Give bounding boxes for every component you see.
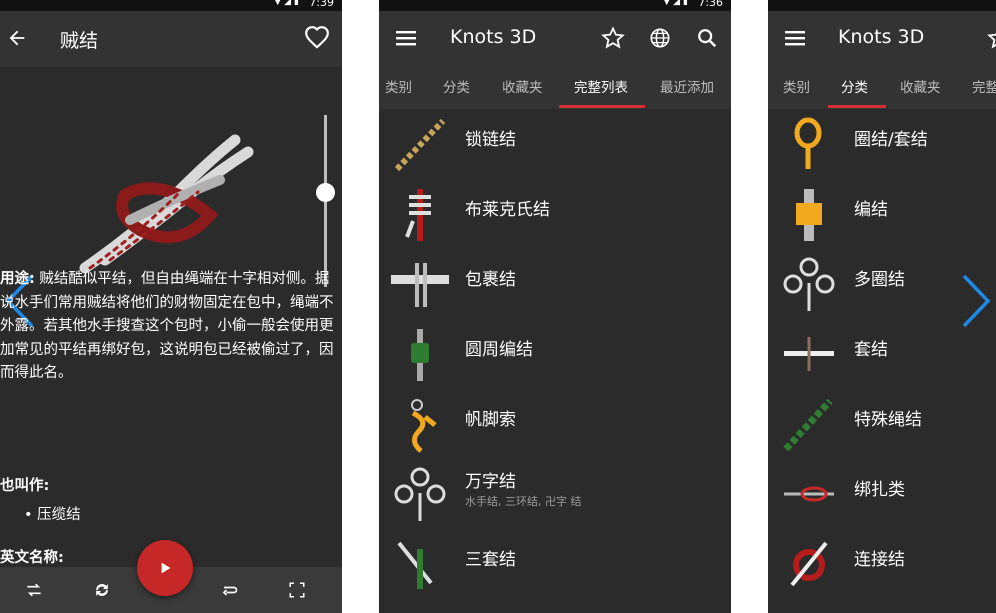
tab-classification[interactable]: 分类 (841, 76, 868, 96)
multi-loop-thumbnail (783, 257, 835, 311)
parcel-bend-thumbnail (391, 263, 449, 307)
lashing-thumbnail (784, 486, 834, 502)
loop-icon[interactable] (214, 575, 244, 605)
english-name-heading: 英文名称: (0, 550, 64, 566)
list-item-label: 锁链结 (465, 130, 516, 150)
status-bar: ▼◢▮ 7:36 (379, 0, 731, 11)
favorite-heart-icon[interactable] (302, 23, 332, 53)
menu-hamburger-icon[interactable] (391, 23, 421, 53)
knot-detail-screen: ▼◢▮ 7:39 贼结 用途: 贼结酷似平结，但自由绳端在十字相对侧。据说水手们… (0, 0, 342, 613)
list-item[interactable]: 圈结/套结 (768, 109, 996, 179)
knot-list: 锁链结 布莱克氏结 包裹结 圆周编结 帆脚索 万字结 水手结, 三环结, 卍字 … (379, 109, 731, 613)
active-tab-indicator (828, 105, 886, 108)
list-item-label: 包裹结 (465, 270, 516, 290)
tab-bar: 类别 分类 收藏夹 完整列表 最近添加 (379, 67, 731, 109)
blakes-hitch-thumbnail (405, 189, 431, 241)
list-item-subtitle: 水手结, 三环结, 卍字 结 (465, 495, 582, 508)
play-button[interactable] (137, 540, 193, 596)
app-bar: Knots 3D (379, 11, 731, 67)
list-item[interactable]: 绑扎类 (768, 459, 996, 529)
tab-favorites[interactable]: 收藏夹 (502, 76, 543, 96)
category-list: 圈结/套结 编结 多圈结 套结 特殊绳结 绑扎类 连接结 (768, 109, 996, 613)
tab-favorites[interactable]: 收藏夹 (900, 76, 941, 96)
app-bar: 贼结 (0, 11, 342, 67)
loop-knot-thumbnail (794, 117, 822, 169)
status-bar (768, 0, 996, 11)
tab-full-list[interactable]: 完整列表 (574, 76, 628, 96)
tab-full-list[interactable]: 完整 (972, 76, 996, 96)
menu-hamburger-icon[interactable] (780, 23, 810, 53)
swastika-knot-thumbnail (394, 467, 446, 521)
round-turn-thumbnail (411, 329, 429, 381)
list-item[interactable]: 特殊绳结 (768, 389, 996, 459)
list-item-label: 布莱克氏结 (465, 200, 550, 220)
braid-thumbnail (796, 189, 822, 241)
category-screen: Knots 3D 类别 分类 收藏夹 完整 圈结/套结 编结 多圈结 套结 特殊 (768, 0, 996, 613)
back-arrow-icon[interactable] (2, 23, 32, 53)
hitch-thumbnail (784, 337, 834, 371)
full-list-screen: ▼◢▮ 7:36 Knots 3D 类别 分类 收藏夹 完整列表 最近添加 锁链… (379, 0, 731, 613)
app-title: Knots 3D (838, 26, 925, 48)
app-bar: Knots 3D (768, 11, 996, 67)
list-item[interactable]: 编结 (768, 179, 996, 249)
list-item-label: 帆脚索 (465, 410, 516, 430)
star-icon[interactable] (984, 23, 996, 53)
thief-knot-3d-image[interactable] (70, 120, 260, 280)
status-bar: ▼◢▮ 7:39 (0, 0, 342, 11)
list-item[interactable]: 万字结 水手结, 三环结, 卍字 结 (379, 459, 731, 529)
list-item[interactable]: 锁链结 (379, 109, 731, 179)
list-item-label: 圈结/套结 (854, 130, 928, 150)
status-icons: ▼◢▮ (663, 0, 691, 7)
star-icon[interactable] (598, 23, 628, 53)
tab-categories[interactable]: 类别 (385, 76, 412, 96)
tab-categories[interactable]: 类别 (783, 76, 810, 96)
usage-description: 用途: 贼结酷似平结，但自由绳端在十字相对侧。据说水手们常用贼结将他们的财物固定… (0, 268, 335, 386)
search-icon[interactable] (692, 23, 722, 53)
list-item-label: 万字结 (465, 472, 516, 492)
list-item-label: 特殊绳结 (854, 410, 922, 430)
page-title: 贼结 (60, 30, 99, 52)
list-item[interactable]: 连接结 (768, 529, 996, 599)
swap-arrows-icon[interactable] (19, 575, 49, 605)
globe-icon[interactable] (645, 23, 675, 53)
tab-recently-added[interactable]: 最近添加 (660, 76, 714, 96)
list-item-label: 圆周编结 (465, 340, 533, 360)
aka-item: • 压缆结 (24, 507, 81, 523)
active-tab-indicator (559, 105, 645, 108)
aka-heading: 也叫作: (0, 478, 50, 494)
status-icons: ▼◢▮ (274, 0, 302, 7)
list-item[interactable]: 帆脚索 (379, 389, 731, 459)
zoom-slider-thumb[interactable] (316, 182, 335, 202)
sheet-bend-thumbnail (411, 399, 437, 453)
status-time: 7:36 (698, 0, 723, 9)
fullscreen-icon[interactable] (282, 575, 312, 605)
rotate-icon[interactable] (87, 575, 117, 605)
list-item-label: 套结 (854, 340, 888, 360)
list-item-label: 编结 (854, 200, 888, 220)
bend-thumbnail (790, 541, 828, 587)
next-chevron-icon[interactable] (960, 272, 992, 330)
list-item-label: 多圈结 (854, 270, 905, 290)
list-item-label: 绑扎类 (854, 480, 905, 500)
tab-bar: 类别 分类 收藏夹 完整 (768, 67, 996, 109)
app-title: Knots 3D (450, 26, 537, 48)
usage-label: 用途: (0, 271, 35, 287)
special-knot-thumbnail (783, 398, 833, 452)
triple-hitch-thumbnail (397, 541, 433, 589)
list-item[interactable]: 包裹结 (379, 249, 731, 319)
chain-knot-thumbnail (394, 118, 446, 172)
tab-classification[interactable]: 分类 (443, 76, 470, 96)
list-item[interactable]: 布莱克氏结 (379, 179, 731, 249)
list-item-label: 连接结 (854, 550, 905, 570)
play-icon (161, 562, 171, 574)
list-item-label: 三套结 (465, 550, 516, 570)
status-time: 7:39 (309, 0, 334, 9)
list-item[interactable]: 三套结 (379, 529, 731, 599)
list-item[interactable]: 圆周编结 (379, 319, 731, 389)
usage-text: 贼结酷似平结，但自由绳端在十字相对侧。据说水手们常用贼结将他们的财物固定在包中，… (0, 271, 334, 381)
